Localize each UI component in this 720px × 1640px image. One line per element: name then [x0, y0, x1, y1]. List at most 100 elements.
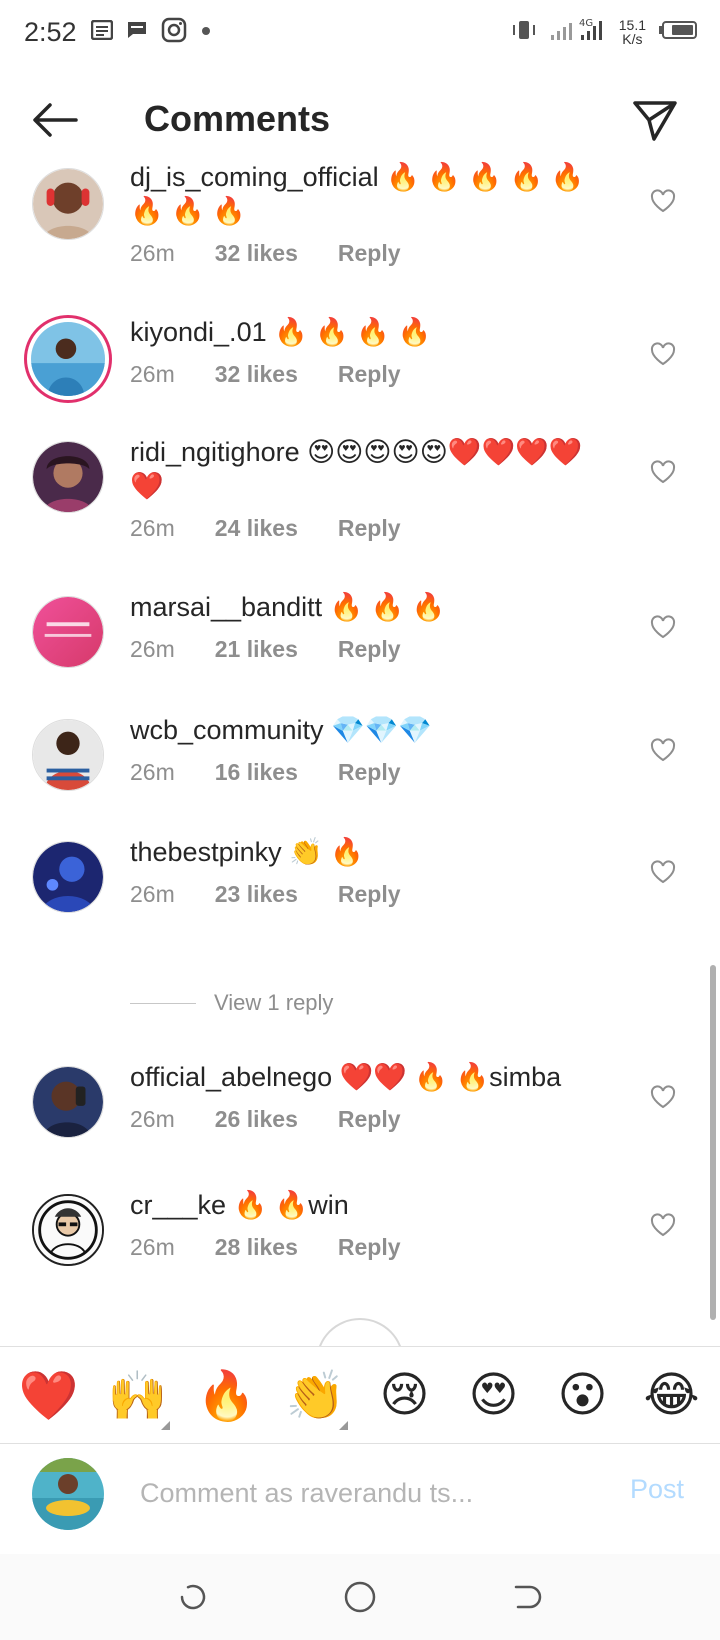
reply-button[interactable]: Reply: [338, 240, 401, 267]
reply-button[interactable]: Reply: [338, 1106, 401, 1133]
like-button[interactable]: [648, 612, 678, 642]
heart-icon: [650, 1213, 676, 1237]
back-button[interactable]: [30, 100, 80, 140]
comment-time: 26m: [130, 881, 175, 907]
reply-button[interactable]: Reply: [338, 515, 401, 542]
comment-input[interactable]: [140, 1468, 600, 1518]
like-button[interactable]: [648, 339, 678, 369]
comment-body: official_abelnego ❤️❤️ 🔥 🔥simba 26m 26 l…: [130, 1060, 610, 1133]
avatar[interactable]: [32, 719, 104, 791]
emoji-raised-hands: 🙌: [107, 1367, 168, 1424]
emoji-heart-button[interactable]: ❤️: [9, 1367, 89, 1424]
comment-likes[interactable]: 24 likes: [215, 515, 298, 542]
avatar[interactable]: [32, 1194, 104, 1266]
status-left: 2:52: [24, 17, 211, 48]
avatar[interactable]: [32, 1066, 104, 1138]
comment-username[interactable]: wcb_community: [130, 715, 324, 745]
comment-username[interactable]: ridi_ngitighore: [130, 437, 300, 467]
share-button[interactable]: [630, 98, 680, 144]
instagram-icon: [161, 17, 187, 48]
reply-button[interactable]: Reply: [338, 361, 401, 388]
comment-body: kiyondi_.01 🔥 🔥 🔥 🔥 26m 32 likes Reply: [130, 315, 610, 388]
comment-likes[interactable]: 32 likes: [215, 240, 298, 267]
page-title: Comments: [144, 98, 331, 139]
comment-content: 🔥 🔥 🔥 🔥: [266, 317, 432, 347]
like-button[interactable]: [648, 735, 678, 765]
comment-username[interactable]: official_abelnego: [130, 1062, 332, 1092]
avatar[interactable]: [32, 168, 104, 240]
avatar-story-ring[interactable]: [24, 315, 112, 403]
net-speed-value: 15.1: [618, 17, 646, 33]
comment-list[interactable]: dj_is_coming_official 🔥 🔥 🔥 🔥 🔥 🔥 🔥 🔥 26…: [0, 160, 720, 1346]
emoji-fire-button[interactable]: 🔥: [187, 1367, 267, 1424]
comment-meta: 26m 24 likes Reply: [130, 515, 610, 542]
comment-time: 26m: [130, 1106, 175, 1132]
reply-button[interactable]: Reply: [338, 1234, 401, 1261]
comment-time: 26m: [130, 759, 175, 785]
comment-username[interactable]: dj_is_coming_official: [130, 162, 379, 192]
comment-body: ridi_ngitighore 😍😍😍😍😍❤️❤️❤️❤️❤️ 26m 24 l…: [130, 435, 610, 542]
battery-icon: [658, 20, 698, 45]
emoji-surprised-button[interactable]: 😮: [543, 1367, 623, 1423]
avatar[interactable]: [32, 841, 104, 913]
emoji-laughing-button[interactable]: 😂: [632, 1367, 712, 1423]
avatar[interactable]: [32, 441, 104, 513]
comment-likes[interactable]: 26 likes: [215, 1106, 298, 1133]
comment-time: 26m: [130, 1234, 175, 1260]
reply-button[interactable]: Reply: [338, 759, 401, 786]
comment-content: ❤️❤️ 🔥 🔥simba: [332, 1062, 562, 1092]
heart-icon: [650, 342, 676, 366]
comment-meta: 26m 28 likes Reply: [130, 1234, 610, 1261]
comment-meta: 26m 23 likes Reply: [130, 881, 610, 908]
like-button[interactable]: [648, 186, 678, 216]
comment-username[interactable]: thebestpinky: [130, 837, 282, 867]
comment-time: 26m: [130, 515, 175, 541]
net-speed-unit: K/s: [622, 31, 643, 47]
vibrate-icon: [511, 19, 537, 46]
like-button[interactable]: [648, 457, 678, 487]
heart-icon: [650, 738, 676, 762]
heart-icon: [650, 189, 676, 213]
home-button[interactable]: [340, 1577, 380, 1617]
dot-icon: [201, 23, 211, 41]
avatar-image: [33, 169, 103, 239]
comment-likes[interactable]: 32 likes: [215, 361, 298, 388]
comment-likes[interactable]: 23 likes: [215, 881, 298, 908]
comment-body: thebestpinky 👏 🔥 26m 23 likes Reply: [130, 835, 610, 908]
emoji-quick-bar: ❤️ 🙌 🔥 👏 😢 😍 😮 😂: [0, 1346, 720, 1444]
scrollbar[interactable]: [710, 965, 716, 1320]
comment-meta: 26m 21 likes Reply: [130, 636, 610, 663]
comment-text: kiyondi_.01 🔥 🔥 🔥 🔥: [130, 315, 610, 349]
comment-likes[interactable]: 16 likes: [215, 759, 298, 786]
paper-plane-icon: [633, 101, 677, 141]
comment-username[interactable]: cr___ke: [130, 1190, 226, 1220]
post-button[interactable]: Post: [630, 1474, 684, 1505]
view-replies-label: View 1 reply: [214, 990, 334, 1015]
view-replies-button[interactable]: View 1 reply: [130, 990, 333, 1016]
recent-apps-button[interactable]: [173, 1577, 213, 1617]
emoji-raised-hands-button[interactable]: 🙌: [98, 1367, 178, 1430]
recent-apps-icon: [181, 1584, 206, 1610]
comment-meta: 26m 26 likes Reply: [130, 1106, 610, 1133]
reply-button[interactable]: Reply: [338, 636, 401, 663]
back-nav-button[interactable]: [507, 1577, 547, 1617]
like-button[interactable]: [648, 1082, 678, 1112]
comment-username[interactable]: kiyondi_.01: [130, 317, 267, 347]
comment-meta: 26m 32 likes Reply: [130, 240, 610, 267]
message-icon: [127, 21, 147, 44]
home-icon: [344, 1581, 376, 1613]
avatar[interactable]: [32, 596, 104, 668]
comment-username[interactable]: marsai__banditt: [130, 592, 322, 622]
emoji-clap-button[interactable]: 👏: [276, 1367, 356, 1430]
comment-content: 🔥 🔥 🔥: [322, 592, 446, 622]
comment-text: thebestpinky 👏 🔥: [130, 835, 610, 869]
like-button[interactable]: [648, 1210, 678, 1240]
notes-icon: [90, 19, 113, 45]
like-button[interactable]: [648, 857, 678, 887]
comment-likes[interactable]: 28 likes: [215, 1234, 298, 1261]
reply-button[interactable]: Reply: [338, 881, 401, 908]
arrow-left-icon: [33, 103, 78, 137]
emoji-crying-button[interactable]: 😢: [365, 1367, 445, 1423]
comment-likes[interactable]: 21 likes: [215, 636, 298, 663]
emoji-heart-eyes-button[interactable]: 😍: [454, 1367, 534, 1423]
